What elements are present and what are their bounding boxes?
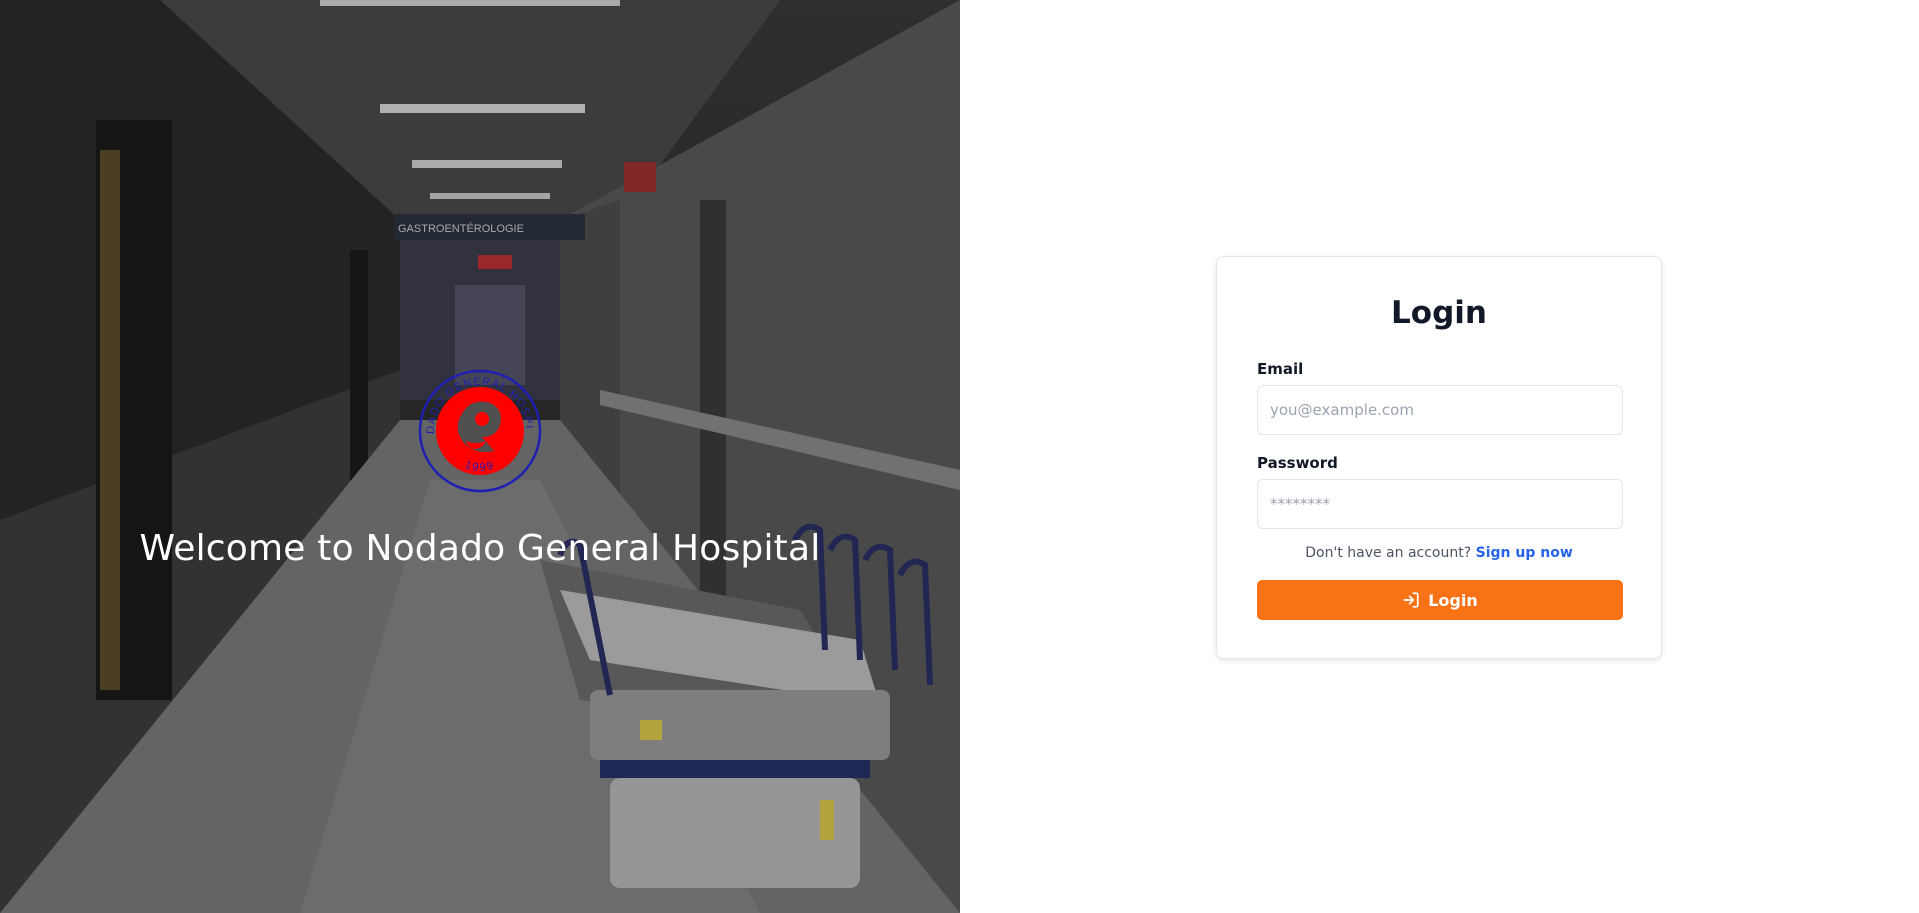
login-card: Login Email Password Don't have an accou… <box>1216 256 1662 659</box>
login-arrow-icon <box>1403 592 1419 608</box>
login-button-label: Login <box>1428 590 1478 610</box>
login-title: Login <box>1391 295 1487 331</box>
signup-prompt: Don't have an account? <box>1305 545 1472 561</box>
email-label: Email <box>1257 360 1304 378</box>
hospital-seal-logo: NODADO GENERAL HOSPITAL 1999 <box>416 367 542 493</box>
password-field[interactable] <box>1257 479 1623 529</box>
login-button[interactable]: Login <box>1257 580 1623 620</box>
email-field[interactable] <box>1257 385 1623 435</box>
signup-row: Don't have an account? Sign up now <box>1217 545 1661 561</box>
welcome-heading: Welcome to Nodado General Hospital <box>139 528 821 569</box>
signup-link[interactable]: Sign up now <box>1476 545 1573 561</box>
password-label: Password <box>1257 454 1338 472</box>
hero-panel: GASTROENTÉROLOGIE DADO GENERAL HOSPI 199… <box>0 0 960 913</box>
